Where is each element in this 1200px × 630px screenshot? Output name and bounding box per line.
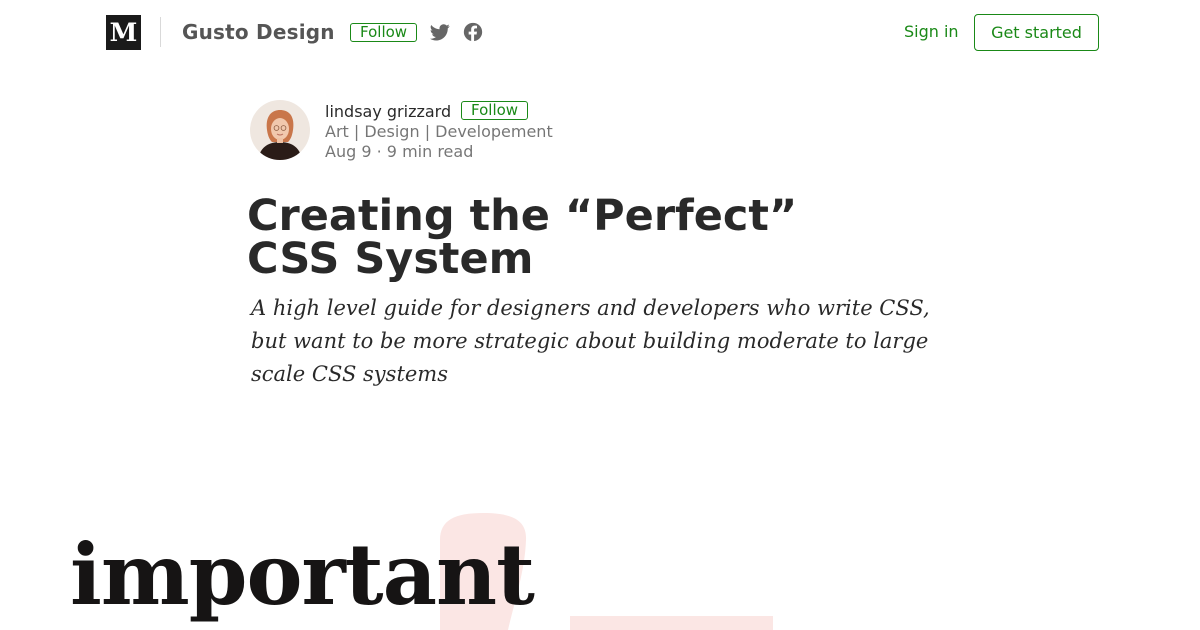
hero-word: important <box>70 525 535 624</box>
read-time: 9 min read <box>386 142 474 161</box>
meta-separator: · <box>376 142 382 161</box>
sign-in-link[interactable]: Sign in <box>904 22 959 41</box>
medium-logo[interactable]: M <box>106 15 141 50</box>
article-subtitle: A high level guide for designers and dev… <box>251 296 930 386</box>
follow-author-button[interactable]: Follow <box>461 101 529 120</box>
hero-image: important <box>0 500 1200 630</box>
facebook-icon[interactable] <box>463 22 483 42</box>
author-name[interactable]: lindsay grizzard <box>325 102 451 121</box>
article-title-line-2: CSS System <box>247 234 534 284</box>
article-page: M Gusto Design Follow Sign in Get starte… <box>0 0 1200 630</box>
top-bar: M Gusto Design Follow Sign in Get starte… <box>0 0 1200 65</box>
publish-date: Aug 9 <box>325 142 372 161</box>
publication-name[interactable]: Gusto Design <box>182 20 335 44</box>
get-started-button[interactable]: Get started <box>974 14 1099 51</box>
twitter-icon[interactable] <box>429 22 450 42</box>
author-avatar[interactable] <box>250 100 310 160</box>
article-meta: Aug 9 · 9 min read <box>325 142 473 161</box>
author-bio: Art | Design | Developement <box>325 122 553 141</box>
article-title: Creating the “Perfect” CSS System <box>247 195 887 281</box>
logo-divider <box>160 17 161 47</box>
follow-publication-button[interactable]: Follow <box>350 23 418 42</box>
